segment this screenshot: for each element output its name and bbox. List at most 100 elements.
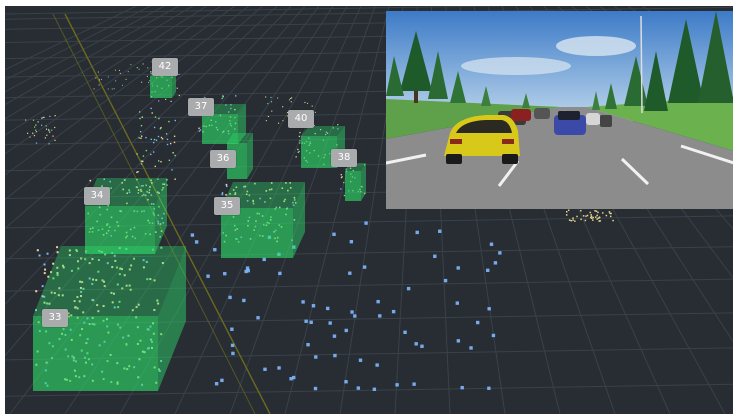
lidar-point — [145, 136, 147, 139]
lidar-point — [313, 386, 318, 391]
lidar-point — [344, 380, 348, 384]
lidar-point — [375, 363, 379, 367]
lidar-point — [169, 142, 172, 145]
lidar-point — [56, 246, 59, 249]
lidar-point — [489, 242, 494, 246]
lidar-point — [362, 265, 367, 269]
lidar-point — [140, 163, 143, 165]
box-label-33[interactable]: 33 — [42, 309, 68, 327]
box-label-34[interactable]: 34 — [84, 187, 110, 205]
bounding-box-38 — [345, 163, 366, 201]
lidar-point — [95, 77, 97, 79]
lidar-point — [344, 328, 348, 333]
lidar-point — [152, 141, 155, 144]
lidar-point — [178, 73, 180, 76]
lidar-point — [277, 122, 280, 124]
lidar-point — [306, 342, 310, 347]
lidar-point — [32, 132, 34, 134]
camera-pole — [640, 15, 643, 114]
lidar-point — [45, 128, 48, 130]
box-label-40[interactable]: 40 — [288, 110, 314, 128]
box-label-35[interactable]: 35 — [214, 197, 240, 215]
box-label-42[interactable]: 42 — [152, 58, 178, 76]
lidar-point — [298, 135, 301, 138]
lidar-point — [438, 229, 442, 233]
lidar-point — [456, 266, 460, 270]
lidar-point — [223, 271, 227, 276]
lidar-point — [476, 320, 480, 325]
lidar-point — [221, 193, 224, 196]
lidar-point — [403, 330, 407, 334]
lidar-point — [582, 215, 585, 217]
lidar-point — [89, 179, 92, 182]
lidar-point — [299, 140, 301, 142]
lidar-point — [150, 153, 152, 156]
lidar-point — [314, 355, 318, 359]
lidar-point — [574, 220, 576, 222]
lidar-point — [220, 378, 224, 383]
lidar-point — [590, 214, 592, 216]
lidar-point — [304, 319, 308, 323]
lidar-point — [222, 96, 224, 98]
lidar-point — [153, 138, 156, 141]
lidar-point — [282, 106, 284, 108]
lidar-point — [54, 126, 56, 129]
lidar-point — [412, 382, 416, 386]
lidar-point — [372, 387, 377, 391]
lidar-point — [139, 117, 141, 120]
lidar-point — [270, 101, 273, 103]
lidar-point — [299, 142, 301, 144]
lidar-point — [150, 138, 152, 141]
lidar-point — [158, 160, 160, 162]
box-label-37[interactable]: 37 — [188, 98, 214, 116]
lidar-point — [265, 120, 267, 122]
lidar-point — [44, 268, 47, 271]
lidar-point — [487, 386, 491, 390]
lidar-point — [597, 211, 599, 214]
lidar-point — [299, 131, 301, 134]
lidar-point — [48, 128, 50, 131]
lidar-point — [176, 87, 178, 89]
lidar-point — [107, 76, 109, 78]
lidar-point — [174, 119, 176, 122]
lidar-point — [605, 214, 608, 217]
lidar-point — [364, 221, 368, 225]
lidar-point — [138, 111, 141, 113]
lidar-point — [277, 97, 279, 99]
lidar-point — [221, 97, 223, 100]
lidar-point — [314, 111, 316, 113]
lidar-point — [225, 185, 228, 188]
lidar-point — [25, 119, 27, 121]
lidar-point — [36, 249, 39, 252]
lidar-point — [190, 233, 195, 237]
lidar-point — [443, 278, 448, 283]
lidar-point — [288, 99, 290, 101]
lidar-point — [498, 251, 502, 255]
lidar-point — [340, 188, 342, 190]
lidar-3d-viewport[interactable]: 33 34 35 36 37 38 40 42 — [5, 6, 733, 414]
lidar-point — [41, 285, 44, 288]
lidar-point — [231, 351, 235, 356]
lidar-point — [267, 103, 269, 105]
lidar-point — [178, 94, 180, 97]
lidar-point — [326, 306, 330, 311]
lidar-point — [570, 219, 572, 222]
box-label-36[interactable]: 36 — [210, 150, 236, 168]
lidar-point — [332, 232, 336, 237]
lidar-point — [298, 150, 300, 153]
lidar-point — [35, 130, 38, 133]
lidar-point — [612, 219, 614, 222]
lidar-point — [455, 301, 460, 305]
lidar-point — [263, 367, 267, 372]
lidar-point — [153, 126, 156, 129]
box-label-38[interactable]: 38 — [331, 149, 357, 167]
lidar-point — [225, 183, 228, 186]
lidar-point — [594, 216, 597, 218]
lidar-point — [213, 247, 217, 252]
lidar-point — [111, 88, 113, 90]
lidar-point — [34, 126, 36, 128]
lidar-point — [138, 68, 140, 70]
lidar-point — [589, 211, 592, 214]
camera-preview-panel[interactable] — [386, 11, 733, 209]
lidar-point — [119, 72, 121, 74]
